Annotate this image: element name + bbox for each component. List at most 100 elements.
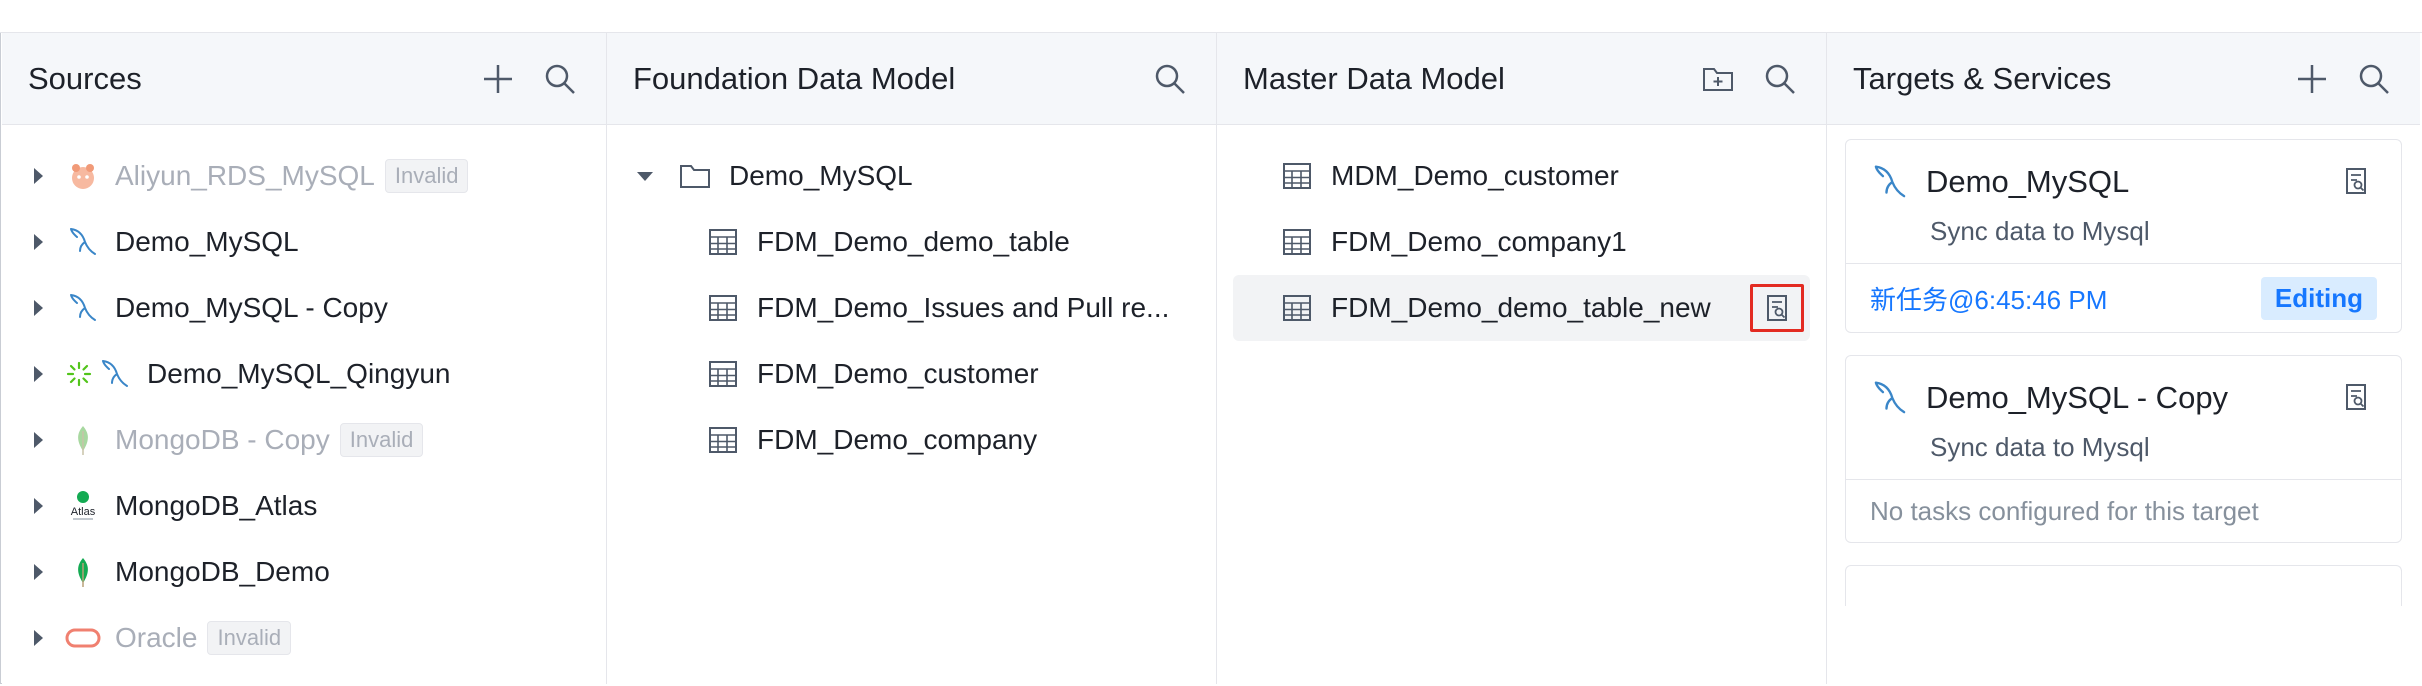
mdm-panel: Master Data Model MDM_Demo_customer FDM_… — [1217, 33, 1827, 684]
source-item-demo-mysql[interactable]: Demo_MySQL — [2, 209, 606, 275]
table-label: FDM_Demo_customer — [757, 358, 1039, 389]
source-item-oracle[interactable]: Oracle Invalid — [2, 605, 606, 671]
fdm-title: Foundation Data Model — [633, 60, 956, 96]
expand-caret-icon[interactable] — [34, 366, 43, 382]
mysql-dolphin-icon — [65, 224, 101, 260]
source-item-mongodb-copy[interactable]: MongoDB - Copy Invalid — [2, 407, 606, 473]
table-label: FDM_Demo_demo_table_new — [1331, 292, 1711, 323]
mdm-table-item[interactable]: FDM_Demo_company1 — [1217, 209, 1826, 275]
source-label: Oracle — [115, 622, 198, 653]
target-name: Demo_MySQL — [1926, 164, 2130, 199]
expand-caret-icon[interactable] — [34, 630, 43, 646]
mysql-dolphin-icon — [1874, 381, 1906, 414]
preview-doc-icon — [1767, 295, 1787, 321]
invalid-badge: Invalid — [207, 621, 292, 655]
folder-icon — [677, 158, 713, 194]
expand-caret-icon[interactable] — [34, 300, 43, 316]
table-icon — [1283, 163, 1311, 189]
fdm-table-item[interactable]: FDM_Demo_demo_table — [607, 209, 1216, 275]
mysql-dolphin-icon — [97, 356, 133, 392]
add-source-icon[interactable] — [480, 61, 516, 97]
source-label: MongoDB - Copy — [115, 424, 330, 455]
mdm-list: MDM_Demo_customer FDM_Demo_company1 FDM_… — [1217, 125, 1826, 341]
mongodb-leaf-icon — [65, 422, 101, 458]
fdm-table-item[interactable]: FDM_Demo_Issues and Pull re... — [607, 275, 1216, 341]
table-icon — [1283, 295, 1311, 321]
table-icon — [709, 361, 737, 387]
search-targets-icon[interactable] — [2356, 61, 2392, 97]
sources-header: Sources — [2, 33, 606, 125]
table-label: FDM_Demo_demo_table — [757, 226, 1070, 257]
expand-caret-icon[interactable] — [34, 168, 43, 184]
no-tasks-text: No tasks configured for this target — [1870, 495, 2259, 526]
aliyun-icon — [65, 158, 101, 194]
source-label: MongoDB_Demo — [115, 556, 330, 587]
table-label: FDM_Demo_company — [757, 424, 1038, 455]
preview-doc-icon[interactable] — [2341, 166, 2371, 201]
target-card[interactable]: Demo_MySQL - Copy Sync data to Mysql No … — [1845, 355, 2402, 543]
oracle-icon — [65, 620, 101, 656]
mysql-dolphin-icon — [65, 290, 101, 326]
fdm-folder-demo-mysql[interactable]: Demo_MySQL — [607, 143, 1216, 209]
table-icon — [709, 229, 737, 255]
expand-caret-icon[interactable] — [34, 234, 43, 250]
folder-label: Demo_MySQL — [729, 160, 913, 191]
atlas-icon-text: Atlas — [71, 506, 96, 518]
source-item-demo-mysql-copy[interactable]: Demo_MySQL - Copy — [2, 275, 606, 341]
target-name: Demo_MySQL - Copy — [1926, 380, 2229, 415]
source-label: Demo_MySQL - Copy — [115, 292, 388, 323]
source-item-mongodb-atlas[interactable]: Atlas MongoDB_Atlas — [2, 473, 606, 539]
invalid-badge: Invalid — [339, 423, 424, 457]
table-label: FDM_Demo_Issues and Pull re... — [757, 292, 1170, 323]
invalid-badge: Invalid — [384, 159, 469, 193]
targets-title: Targets & Services — [1853, 60, 2112, 96]
task-link[interactable]: 新任务@6:45:46 PM — [1870, 280, 2107, 317]
mdm-table-item-selected[interactable]: FDM_Demo_demo_table_new — [1233, 275, 1810, 341]
new-folder-icon[interactable] — [1700, 61, 1736, 97]
mongodb-leaf-icon — [65, 554, 101, 590]
targets-header: Targets & Services — [1827, 33, 2420, 125]
target-description: Sync data to Mysql — [1930, 432, 2150, 462]
mongodb-atlas-icon: Atlas — [65, 488, 101, 524]
preview-doc-icon[interactable] — [2341, 382, 2371, 417]
sources-panel: Sources Aliyun_RDS_MySQL Invalid Demo_My… — [2, 33, 607, 684]
fdm-tree: Demo_MySQL FDM_Demo_demo_table FDM_Demo_… — [607, 125, 1216, 473]
source-label: Demo_MySQL_Qingyun — [147, 358, 451, 389]
collapse-caret-icon[interactable] — [637, 171, 653, 181]
preview-button[interactable] — [1750, 284, 1804, 332]
mysql-dolphin-icon — [1874, 165, 1906, 198]
table-icon — [709, 427, 737, 453]
table-icon — [1283, 229, 1311, 255]
mdm-title: Master Data Model — [1243, 60, 1505, 96]
source-item-mongodb-demo[interactable]: MongoDB_Demo — [2, 539, 606, 605]
loading-spinner-icon — [65, 356, 93, 392]
source-item-aliyun[interactable]: Aliyun_RDS_MySQL Invalid — [2, 143, 606, 209]
source-label: Demo_MySQL — [115, 226, 299, 257]
expand-caret-icon[interactable] — [34, 432, 43, 448]
search-fdm-icon[interactable] — [1152, 61, 1188, 97]
search-mdm-icon[interactable] — [1762, 61, 1798, 97]
targets-panel: Targets & Services Demo_MySQL Sync data … — [1827, 33, 2420, 684]
target-card[interactable]: Demo_MySQL Sync data to Mysql 新任务@6:45:4… — [1845, 139, 2402, 333]
fdm-header: Foundation Data Model — [607, 33, 1216, 125]
sources-list: Aliyun_RDS_MySQL Invalid Demo_MySQL Demo… — [2, 125, 606, 671]
top-strip — [0, 0, 2422, 33]
fdm-table-item[interactable]: FDM_Demo_company — [607, 407, 1216, 473]
target-card-partial[interactable] — [1845, 565, 2402, 606]
status-badge: Editing — [2260, 276, 2377, 320]
table-label: MDM_Demo_customer — [1331, 160, 1619, 191]
target-description: Sync data to Mysql — [1930, 216, 2150, 246]
fdm-table-item[interactable]: FDM_Demo_customer — [607, 341, 1216, 407]
expand-caret-icon[interactable] — [34, 498, 43, 514]
source-label: Aliyun_RDS_MySQL — [115, 160, 375, 191]
source-label: MongoDB_Atlas — [115, 490, 318, 521]
source-item-demo-mysql-qingyun[interactable]: Demo_MySQL_Qingyun — [2, 341, 606, 407]
search-sources-icon[interactable] — [542, 61, 578, 97]
mdm-table-item[interactable]: MDM_Demo_customer — [1217, 143, 1826, 209]
add-target-icon[interactable] — [2294, 61, 2330, 97]
sources-title: Sources — [28, 60, 142, 96]
fdm-panel: Foundation Data Model Demo_MySQL FDM_Dem… — [607, 33, 1217, 684]
mdm-header: Master Data Model — [1217, 33, 1826, 125]
expand-caret-icon[interactable] — [34, 564, 43, 580]
table-label: FDM_Demo_company1 — [1331, 226, 1627, 257]
